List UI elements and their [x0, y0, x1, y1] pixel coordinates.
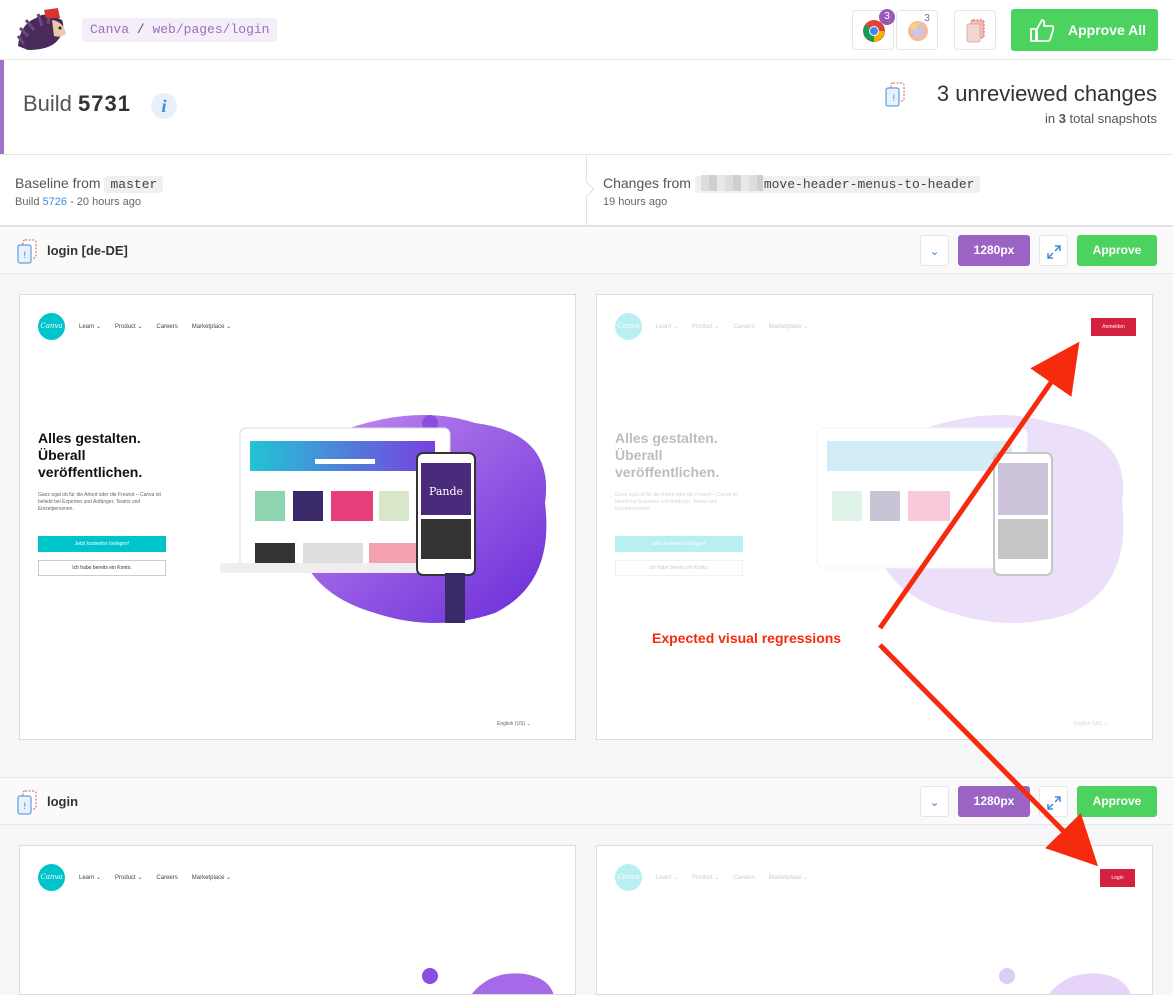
- arrow-to-login: [878, 643, 1099, 867]
- annotation-label: Expected visual regressions: [652, 630, 842, 646]
- arrow-to-anmelden: [877, 341, 1080, 630]
- annotation-arrows: [877, 341, 1099, 867]
